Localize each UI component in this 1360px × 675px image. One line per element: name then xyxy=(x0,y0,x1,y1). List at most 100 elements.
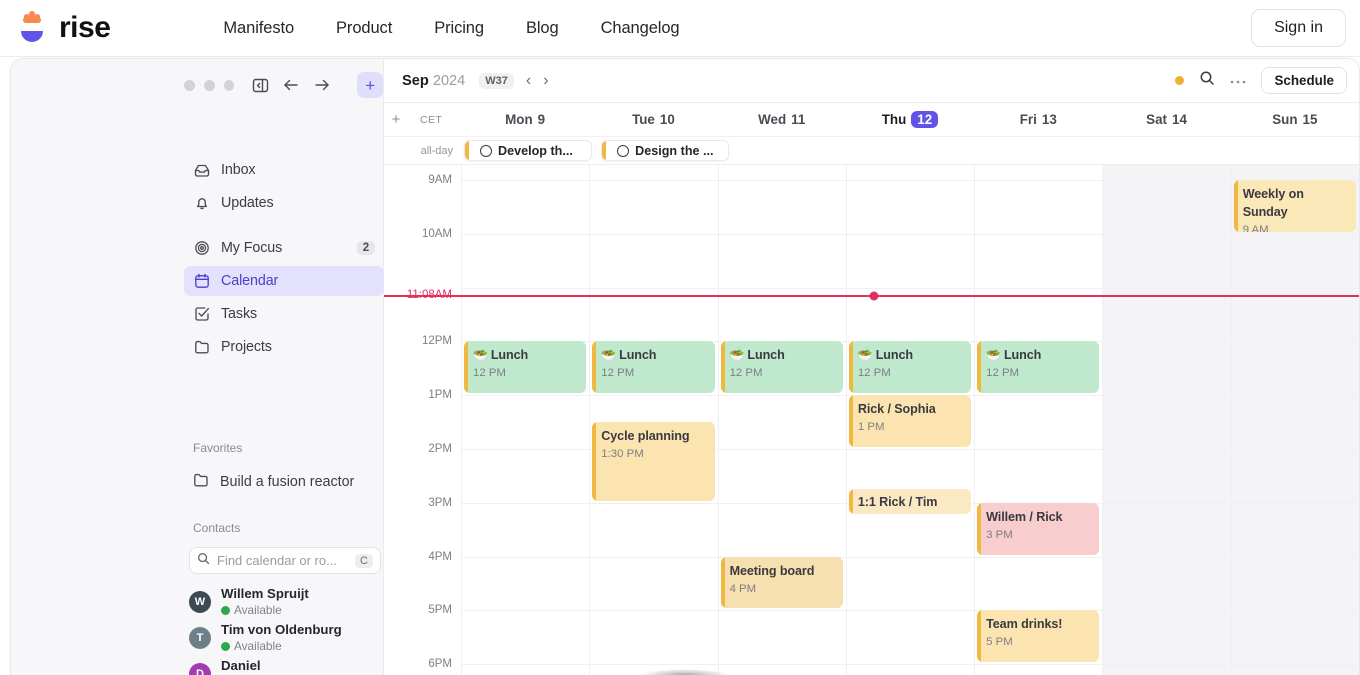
sign-in-button[interactable]: Sign in xyxy=(1251,9,1346,47)
next-week-button[interactable]: › xyxy=(543,73,548,89)
nav-link-product[interactable]: Product xyxy=(336,19,392,38)
day-column-fri[interactable]: 🥗Lunch12 PM Willem / Rick3 PM Team drinks!… xyxy=(974,165,1102,675)
toggle-sidebar-icon[interactable] xyxy=(249,74,271,96)
calendar-event[interactable]: Rick / Sophia1 PM xyxy=(849,395,971,447)
calendar-pane: Sep 2024 W37 ‹ › Schedule xyxy=(384,59,1359,675)
day-column-thu[interactable]: 🥗Lunch12 PMRick / Sophia1 PM 1:1 Rick / T… xyxy=(846,165,974,675)
day-header-thu[interactable]: Thu12 xyxy=(846,111,974,128)
day-number: 15 xyxy=(1303,112,1318,127)
calendar-event[interactable]: 🥗Lunch12 PM xyxy=(592,341,714,393)
event-emoji-icon: 🥗 xyxy=(858,348,873,362)
sidebar-item-my-focus[interactable]: My Focus 2 xyxy=(184,233,384,263)
hour-gridline xyxy=(1232,234,1359,235)
inbox-icon xyxy=(193,162,210,179)
hour-gridline xyxy=(1103,449,1230,450)
day-number: 10 xyxy=(660,112,675,127)
brand-logo[interactable]: rise xyxy=(14,11,110,45)
forward-arrow-icon[interactable] xyxy=(311,74,333,96)
calendar-event[interactable]: Weekly on Sunday9 AM xyxy=(1234,180,1356,232)
back-arrow-icon[interactable] xyxy=(280,74,302,96)
calendar-event[interactable]: Meeting board4 PM xyxy=(721,557,843,609)
all-day-event[interactable]: Design the ... xyxy=(601,140,729,161)
day-column-wed[interactable]: 🥗Lunch12 PM Meeting board4 PM xyxy=(718,165,846,675)
contact-name: Daniel xyxy=(221,658,261,673)
hour-gridline xyxy=(590,610,717,611)
calendar-event[interactable]: Team drinks!5 PM xyxy=(977,610,1099,662)
calendar-icon xyxy=(193,273,210,290)
presence-dot-icon xyxy=(221,642,230,651)
calendar-event[interactable]: 1:1 Rick / Tim xyxy=(849,489,971,514)
current-time-dot xyxy=(870,291,879,300)
calendar-event[interactable]: 🥗Lunch12 PM xyxy=(849,341,971,393)
day-headers: Mon9Tue10Wed11Thu12Fri13Sat14Sun15 xyxy=(461,111,1359,128)
contact-info: Willem SpruijtAvailable xyxy=(221,585,309,618)
nav-link-pricing[interactable]: Pricing xyxy=(434,19,484,38)
nav-link-manifesto[interactable]: Manifesto xyxy=(223,19,294,38)
event-emoji-icon: 🥗 xyxy=(730,348,745,362)
time-label: 1PM xyxy=(428,389,452,401)
hour-gridline xyxy=(1103,341,1230,342)
hour-gridline xyxy=(1232,557,1359,558)
hour-gridline xyxy=(462,557,589,558)
nav-link-changelog[interactable]: Changelog xyxy=(601,19,680,38)
event-time: 1:30 PM xyxy=(601,448,707,460)
day-header-sun[interactable]: Sun15 xyxy=(1231,111,1359,128)
hour-gridline xyxy=(719,234,846,235)
sidebar-item-updates[interactable]: Updates xyxy=(184,188,384,218)
calendar-event[interactable]: 🥗Lunch12 PM xyxy=(977,341,1099,393)
day-header-fri[interactable]: Fri13 xyxy=(974,111,1102,128)
new-item-button[interactable]: + xyxy=(357,72,383,98)
contact-row[interactable]: TTim von OldenburgAvailable xyxy=(189,620,389,656)
window-close-dot[interactable] xyxy=(184,80,195,91)
hour-gridline xyxy=(719,664,846,665)
window-maximize-dot[interactable] xyxy=(224,80,235,91)
day-column-tue[interactable]: 🥗Lunch12 PM Cycle planning1:30 PM xyxy=(589,165,717,675)
day-header-tue[interactable]: Tue10 xyxy=(589,111,717,128)
all-day-event[interactable]: Develop th... xyxy=(464,140,592,161)
nav-link-blog[interactable]: Blog xyxy=(526,19,559,38)
calendar-event[interactable]: 🥗Lunch12 PM xyxy=(721,341,843,393)
time-label: 2PM xyxy=(428,443,452,455)
add-calendar-button[interactable]: + xyxy=(384,111,408,128)
timezone-label: CET xyxy=(420,114,442,126)
more-options-icon[interactable] xyxy=(1230,72,1246,90)
task-status-ring-icon[interactable] xyxy=(480,145,492,157)
calendar-event[interactable]: 🥗Lunch12 PM xyxy=(464,341,586,393)
day-column-sun[interactable]: Weekly on Sunday9 AM xyxy=(1231,165,1359,675)
calendar-event[interactable]: Willem / Rick3 PM xyxy=(977,503,1099,555)
sidebar-item-tasks[interactable]: Tasks xyxy=(184,299,384,329)
prev-week-button[interactable]: ‹ xyxy=(526,73,531,89)
sidebar-item-calendar[interactable]: Calendar xyxy=(184,266,384,296)
calendar-grid: 9AM10AM11AM12PM1PM2PM3PM4PM5PM6PM11:08AM… xyxy=(384,165,1359,675)
all-day-event-title: Develop th... xyxy=(498,144,573,158)
sidebar-item-inbox[interactable]: Inbox xyxy=(184,155,384,185)
hour-gridline xyxy=(975,234,1102,235)
hour-gridline xyxy=(1103,557,1230,558)
day-name: Sat xyxy=(1146,112,1167,127)
contact-row[interactable]: DDanielTest Bughunt xyxy=(189,656,389,675)
day-header-mon[interactable]: Mon9 xyxy=(461,111,589,128)
day-header-sat[interactable]: Sat14 xyxy=(1102,111,1230,128)
sidebar-item-build-a-fusion-reactor[interactable]: Build a fusion reactor xyxy=(184,468,384,496)
hour-gridline xyxy=(590,234,717,235)
contact-info: DanielTest Bughunt xyxy=(221,657,303,675)
schedule-button[interactable]: Schedule xyxy=(1261,67,1347,94)
task-status-ring-icon[interactable] xyxy=(617,145,629,157)
search-icon[interactable] xyxy=(1199,70,1215,91)
sidebar-item-projects[interactable]: Projects xyxy=(184,332,384,362)
day-number: 9 xyxy=(538,112,545,127)
contact-row[interactable]: WWillem SpruijtAvailable xyxy=(189,584,389,620)
day-column-mon[interactable]: 🥗Lunch12 PM xyxy=(461,165,589,675)
day-column-sat[interactable] xyxy=(1102,165,1230,675)
window-minimize-dot[interactable] xyxy=(204,80,215,91)
time-label: 10AM xyxy=(422,228,452,240)
folder-icon xyxy=(193,339,210,356)
day-header-wed[interactable]: Wed11 xyxy=(718,111,846,128)
sidebar-nav: Inbox Updates My Focus xyxy=(184,155,384,365)
week-number-tag[interactable]: W37 xyxy=(479,73,514,89)
hour-gridline xyxy=(847,234,974,235)
find-calendar-search-input[interactable]: Find calendar or ro... C xyxy=(189,547,381,574)
status-dot-icon[interactable] xyxy=(1175,76,1184,85)
all-day-event-title: Design the ... xyxy=(635,144,713,158)
calendar-event[interactable]: Cycle planning1:30 PM xyxy=(592,422,714,501)
